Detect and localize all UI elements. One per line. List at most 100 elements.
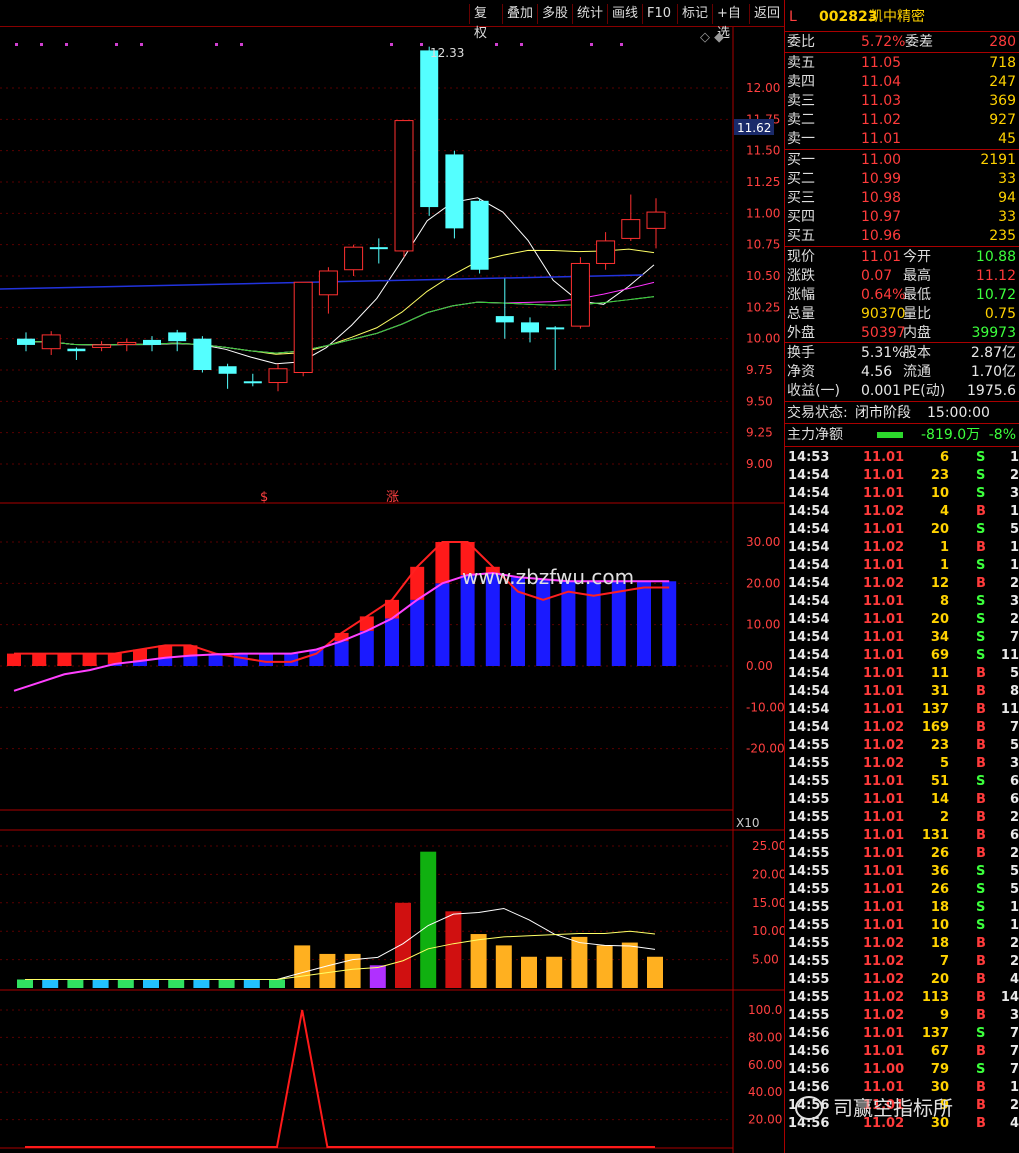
tick-row: 14:54 11.01 1 S 1 [788, 558, 1019, 573]
price-panel [0, 46, 666, 392]
volume-bar [17, 979, 33, 988]
tick-row: 14:55 11.01 14 B 6 [788, 792, 1019, 807]
tick-row: 14:55 11.01 36 S 5 [788, 864, 1019, 879]
candle-body [318, 270, 338, 296]
tick-row: 14:54 11.02 4 B 1 [788, 504, 1019, 519]
tick-row: 14:55 11.02 113 B 14 [788, 990, 1019, 1005]
macd-bar-base [334, 641, 349, 666]
diamond-icon[interactable]: ◇ ◆ [700, 30, 724, 45]
volume-bar [445, 911, 462, 988]
restore-rights-button[interactable]: 复权 [469, 4, 502, 41]
main-force-bar [877, 432, 903, 438]
macd-bar-base [309, 649, 324, 666]
bid-row: 买五 10.96 235 [787, 228, 1016, 244]
volume-bar [67, 979, 84, 988]
volume-bar [495, 945, 512, 988]
candle-body [41, 334, 61, 350]
add-watchlist-button[interactable]: +自选 [712, 4, 749, 41]
f10-button[interactable]: F10 [642, 4, 677, 24]
price-tick-label: 11.25 [746, 175, 780, 189]
price-tick-label: 9.50 [746, 394, 773, 408]
mark-button[interactable]: 标记 [677, 4, 712, 24]
tick-row: 14:55 11.02 7 B 2 [788, 954, 1019, 969]
candle-body [470, 200, 489, 270]
candle-body [420, 50, 439, 208]
signal-marker-dollar: $ [260, 490, 268, 505]
indicator-tick-label: 60.00 [748, 1058, 782, 1072]
candle-body [193, 338, 212, 370]
multi-stock-button[interactable]: 多股 [537, 4, 572, 24]
candle-body [369, 247, 388, 250]
macd-bar-base [259, 653, 273, 666]
tick-row: 14:55 11.02 20 B 4 [788, 972, 1019, 987]
top-dot [420, 43, 423, 46]
main-force-row: 主力净额 -819.0万 -8% [787, 427, 1016, 443]
ask-row: 卖五 11.05 718 [787, 55, 1016, 71]
volume-bar [294, 945, 311, 988]
back-button[interactable]: 返回 [749, 4, 784, 24]
tick-row: 14:55 11.02 9 B 3 [788, 1008, 1019, 1023]
tick-row: 14:53 11.01 6 S 1 [788, 450, 1019, 465]
volume-bar [647, 956, 663, 988]
bid-row: 买四 10.97 33 [787, 209, 1016, 225]
tick-row: 14:55 11.02 23 B 5 [788, 738, 1019, 753]
candle-body [168, 332, 187, 342]
watermark-text: www.zbzfwu.com [462, 565, 635, 589]
tick-row: 14:55 11.01 26 B 2 [788, 846, 1019, 861]
tick-row: 14:54 11.02 169 B 7 [788, 720, 1019, 735]
candle-body [218, 366, 237, 374]
volume-bar [521, 956, 537, 988]
volume-bar [269, 979, 285, 988]
macd-bar-base [536, 579, 551, 666]
top-dot [495, 43, 498, 46]
volume-bar [571, 936, 588, 988]
overlay-button[interactable]: 叠加 [502, 4, 537, 24]
volume-bar [621, 942, 638, 988]
candle-body [394, 120, 414, 252]
top-dot [520, 43, 523, 46]
indicator-tick-label: 20.00 [748, 1113, 782, 1127]
price-tick-label: 10.25 [746, 300, 780, 314]
tick-row: 14:54 11.01 23 S 2 [788, 468, 1019, 483]
stock-header: L 002823 凯中精密 [785, 8, 1019, 28]
volume-unit: X10 [736, 816, 760, 830]
candle-body [143, 339, 161, 345]
quote-panel: L 002823 凯中精密 委比 5.72% 委差 280 卖五 11.05 718… [784, 0, 1019, 1153]
tick-row: 14:54 11.01 31 B 8 [788, 684, 1019, 699]
macd-bar-base [208, 654, 223, 666]
tick-row: 14:55 11.01 10 S 1 [788, 918, 1019, 933]
top-dot [240, 43, 243, 46]
macd-tick-label: 0.00 [746, 659, 773, 673]
candle-body [646, 211, 666, 229]
chat-bubble-icon [795, 1096, 823, 1120]
indicator-panel [25, 1009, 655, 1148]
tick-row: 14:54 11.01 137 B 11 [788, 702, 1019, 717]
candle-body [92, 344, 112, 348]
candle-body [621, 219, 641, 239]
current-price-text: 11.62 [737, 121, 771, 135]
volume-tick-label: 10.00 [752, 924, 784, 938]
indicator-tick-label: 100.0 [748, 1003, 782, 1017]
volume-bar [168, 979, 185, 988]
top-dot [590, 43, 593, 46]
top-dot [390, 43, 393, 46]
volume-bar [420, 851, 437, 988]
macd-bar-base [183, 655, 198, 666]
price-tick-label: 9.25 [746, 426, 773, 440]
price-tick-label: 10.00 [746, 332, 780, 346]
macd-bar-base [637, 581, 651, 666]
volume-bar [596, 945, 613, 988]
volume-tick-label: 20.00 [752, 867, 784, 881]
statistics-button[interactable]: 统计 [572, 4, 607, 24]
volume-bar [395, 902, 411, 988]
volume-bar [143, 979, 159, 988]
bid-row: 买三 10.98 94 [787, 190, 1016, 206]
tick-row: 14:56 11.00 79 S 7 [788, 1062, 1019, 1077]
tick-row: 14:54 11.01 11 B 5 [788, 666, 1019, 681]
quote-row: 总量 90370 量比 0.75 [787, 306, 1016, 322]
draw-line-button[interactable]: 画线 [607, 4, 642, 24]
volume-tick-label: 15.00 [752, 896, 784, 910]
chart-area[interactable]: 12.0011.7511.5011.2511.0010.7510.5010.25… [0, 27, 784, 1153]
price-tick-label: 9.75 [746, 363, 773, 377]
volume-tick-label: 25.00 [752, 839, 784, 853]
